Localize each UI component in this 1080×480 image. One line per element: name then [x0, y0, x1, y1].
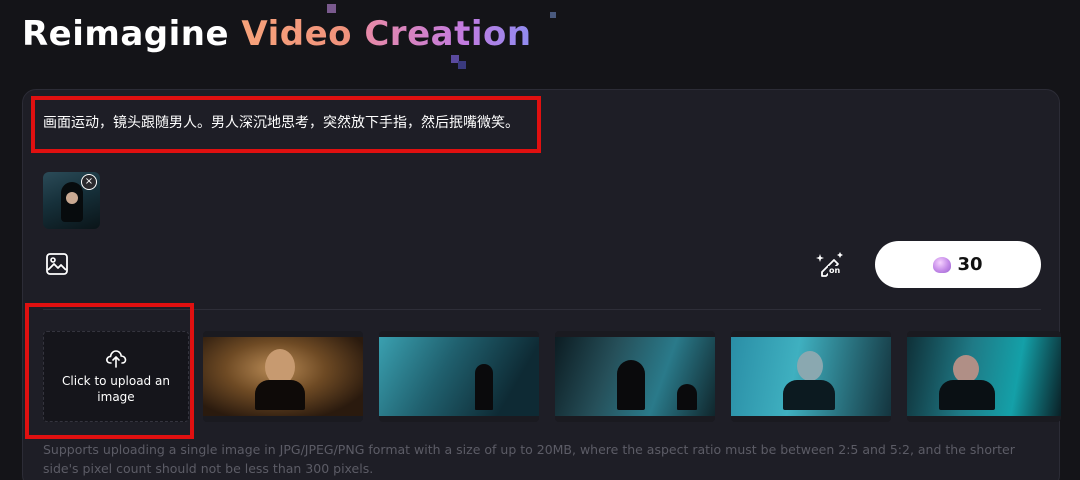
- frame-shot: [555, 337, 715, 416]
- decor-pixel: [327, 4, 336, 13]
- sample-frame[interactable]: [731, 331, 891, 422]
- frame-figure: [783, 380, 835, 410]
- frame-figure: [939, 380, 995, 410]
- frame-face: [953, 355, 979, 383]
- frame-figure: [475, 364, 493, 410]
- decor-pixel: [458, 61, 466, 69]
- upload-highlight-box: [25, 303, 194, 439]
- ai-toggle-state: on: [828, 266, 842, 276]
- upload-requirements-text: Supports uploading a single image in JPG…: [43, 442, 1015, 476]
- sample-frame[interactable]: [379, 331, 539, 422]
- image-icon[interactable]: [45, 252, 69, 276]
- creation-card: 画面运动，镜头跟随男人。男人深沉地思考，突然放下手指，然后抿嘴微笑。 × on …: [22, 89, 1061, 480]
- sample-frame[interactable]: [907, 331, 1061, 422]
- frame-figure: [617, 360, 645, 410]
- credit-cost: 30: [957, 254, 983, 275]
- frame-shot: [731, 337, 891, 416]
- page: Reimagine Video Creation 画面运动，镜头跟随男人。男人深…: [0, 0, 1080, 480]
- title-word-reimagine: Reimagine: [22, 14, 230, 54]
- decor-pixel: [550, 12, 556, 18]
- frame-shot: [907, 337, 1061, 416]
- frame-shot: [379, 337, 539, 416]
- frame-figure: [677, 384, 697, 410]
- title-word-video: Video: [241, 14, 353, 54]
- generate-button[interactable]: 30: [875, 241, 1041, 288]
- remove-image-button[interactable]: ×: [81, 174, 97, 190]
- thumbnail-face: [66, 192, 78, 204]
- sample-frame[interactable]: [555, 331, 715, 422]
- prompt-highlight-box: [31, 96, 541, 153]
- shell-gem-icon: [933, 256, 952, 273]
- frame-shot: [203, 337, 363, 416]
- page-title: Reimagine Video Creation: [22, 14, 532, 54]
- frame-figure: [255, 380, 305, 410]
- title-word-creation: Creation: [364, 14, 532, 54]
- frame-face: [797, 351, 823, 381]
- sample-frame[interactable]: [203, 331, 363, 422]
